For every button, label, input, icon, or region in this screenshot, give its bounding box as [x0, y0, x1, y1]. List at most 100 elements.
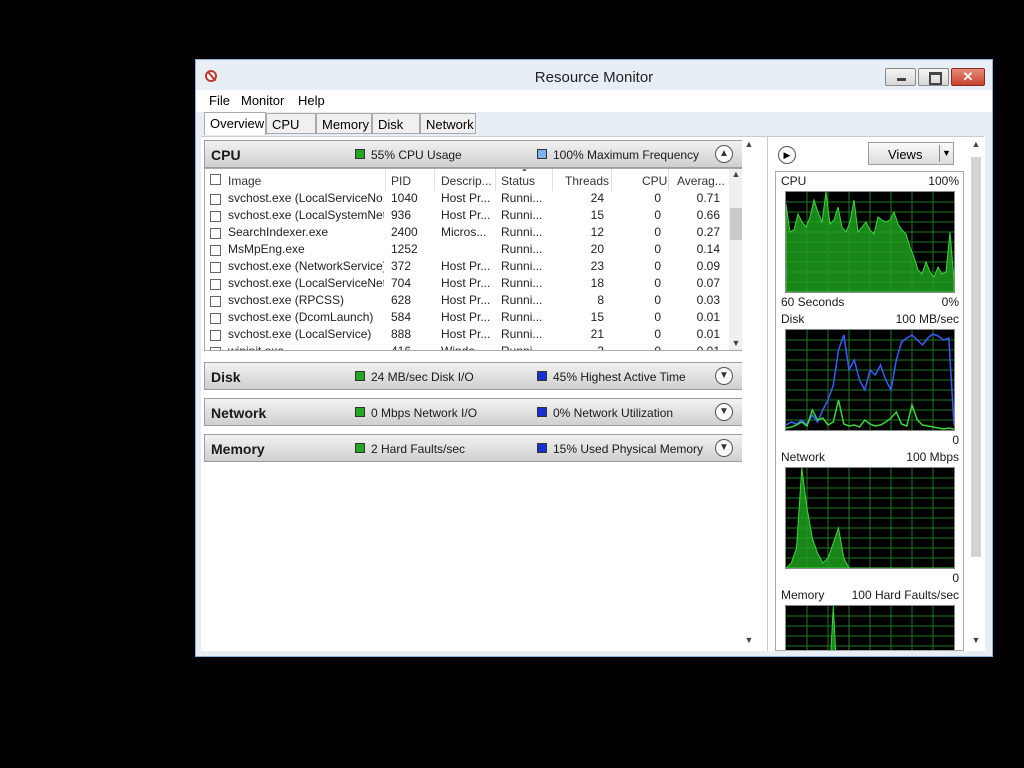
table-row[interactable]: MsMpEng.exe 1252 Runni... 20 0 0.14	[205, 242, 730, 259]
disk-section-header[interactable]: Disk 24 MB/sec Disk I/O 45% Highest Acti…	[204, 362, 744, 390]
cell-threads: 8	[597, 293, 604, 307]
menu-bar: File Monitor Help	[196, 90, 992, 112]
scroll-up-arrow-icon[interactable]: ▲	[969, 139, 983, 149]
menu-help[interactable]: Help	[298, 93, 325, 108]
scroll-down-arrow-icon[interactable]: ▼	[742, 635, 756, 645]
overview-scrollbar[interactable]: ▲ ▼	[742, 137, 756, 649]
tab-cpu[interactable]: CPU	[266, 113, 316, 134]
row-checkbox[interactable]	[210, 262, 221, 273]
resource-monitor-window: Resource Monitor ✕ File Monitor Help Ove…	[195, 59, 993, 657]
maximize-button[interactable]	[918, 68, 949, 86]
menu-file[interactable]: File	[209, 93, 230, 108]
tab-network[interactable]: Network	[420, 113, 476, 134]
column-description[interactable]: Descrip...	[441, 174, 492, 188]
network-section-header[interactable]: Network 0 Mbps Network I/O 0% Network Ut…	[204, 398, 744, 426]
menu-monitor[interactable]: Monitor	[241, 93, 284, 108]
column-image[interactable]: Image	[228, 174, 261, 188]
cell-status: Runni...	[501, 242, 543, 256]
row-checkbox[interactable]	[210, 194, 221, 205]
tab-disk[interactable]: Disk	[372, 113, 420, 134]
cell-average-cpu: 0.14	[696, 242, 720, 256]
scroll-up-arrow-icon[interactable]: ▲	[742, 139, 756, 149]
table-scrollbar[interactable]: ▲ ▼	[729, 169, 743, 350]
cpu-graph-timespan: 60 Seconds	[781, 295, 845, 309]
table-row[interactable]: svchost.exe (NetworkService) 372 Host Pr..…	[205, 259, 730, 276]
network-utilization-label: 0% Network Utilization	[553, 406, 674, 420]
chevron-down-icon[interactable]: ▼	[715, 403, 733, 421]
memory-section-title: Memory	[211, 441, 265, 457]
cell-description: Host Pr...	[441, 327, 491, 341]
column-divider[interactable]	[552, 169, 553, 191]
network-graph-min: 0	[952, 571, 959, 585]
expand-arrow-icon[interactable]: ▶	[778, 146, 796, 164]
scroll-down-arrow-icon[interactable]: ▼	[729, 338, 743, 348]
select-all-checkbox[interactable]	[210, 174, 221, 185]
column-divider[interactable]	[385, 169, 386, 191]
views-label: Views	[888, 147, 923, 162]
chevron-down-icon[interactable]: ▼	[715, 367, 733, 385]
column-pid[interactable]: PID	[391, 174, 411, 188]
table-row[interactable]: svchost.exe (RPCSS) 628 Host Pr... Runni...…	[205, 293, 730, 310]
row-checkbox[interactable]	[210, 296, 221, 307]
table-row[interactable]: svchost.exe (DcomLaunch) 584 Host Pr... Run…	[205, 310, 730, 327]
table-header: Image PID Descrip... Status ▲ Threads CP…	[205, 169, 730, 191]
column-status[interactable]: Status	[501, 174, 535, 188]
tab-overview[interactable]: Overview	[204, 112, 266, 135]
table-row[interactable]: SearchIndexer.exe 2400 Micros... Runni... 12…	[205, 225, 730, 242]
column-average-cpu[interactable]: Averag...	[677, 174, 725, 188]
window-title: Resource Monitor	[534, 69, 654, 86]
title-bar[interactable]: Resource Monitor ✕	[196, 60, 992, 90]
column-divider[interactable]	[668, 169, 669, 191]
disk-graph	[785, 329, 955, 431]
cpu-graph-title: CPU	[781, 174, 807, 188]
chevron-up-icon[interactable]: ▲	[715, 145, 733, 163]
views-dropdown[interactable]: Views ▼	[868, 142, 954, 165]
table-row[interactable]: svchost.exe (LocalService) 888 Host Pr... R…	[205, 327, 730, 344]
graphs-scrollbar[interactable]: ▲ ▼	[969, 137, 983, 649]
row-checkbox[interactable]	[210, 211, 221, 222]
row-checkbox[interactable]	[210, 347, 221, 350]
minimize-button[interactable]	[885, 68, 916, 86]
chevron-down-icon[interactable]: ▼	[715, 439, 733, 457]
table-row[interactable]: svchost.exe (LocalServiceNo... 1040 Host P…	[205, 191, 730, 208]
table-row[interactable]: wininit.exe 416 Windo... Runni... 3 0 0.01	[205, 344, 730, 351]
row-checkbox[interactable]	[210, 279, 221, 290]
row-checkbox[interactable]	[210, 330, 221, 341]
disk-graph-title: Disk	[781, 312, 805, 326]
scroll-down-arrow-icon[interactable]: ▼	[969, 635, 983, 645]
views-divider	[939, 145, 940, 162]
row-checkbox[interactable]	[210, 245, 221, 256]
column-threads[interactable]: Threads	[565, 174, 609, 188]
disk-active-label: 45% Highest Active Time	[553, 370, 686, 384]
scroll-thumb[interactable]	[730, 208, 742, 240]
cpu-section-header[interactable]: CPU 55% CPU Usage 100% Maximum Frequency…	[204, 140, 744, 168]
cell-average-cpu: 0.66	[696, 208, 720, 222]
cell-cpu: 0	[654, 310, 661, 324]
network-graph	[784, 467, 955, 569]
row-checkbox[interactable]	[210, 228, 221, 239]
cell-status: Runni...	[501, 208, 543, 222]
cell-average-cpu: 0.01	[696, 344, 720, 351]
network-graph-title: Network	[781, 450, 826, 464]
row-checkbox[interactable]	[210, 313, 221, 324]
cell-threads: 15	[590, 208, 604, 222]
table-row[interactable]: svchost.exe (LocalServiceNet... 704 Host P…	[205, 276, 730, 293]
close-button[interactable]: ✕	[951, 68, 985, 86]
cpu-graph-max: 100%	[928, 174, 959, 188]
cell-pid: 628	[391, 293, 412, 307]
tab-memory[interactable]: Memory	[316, 113, 372, 134]
memory-section-header[interactable]: Memory 2 Hard Faults/sec 15% Used Physic…	[204, 434, 744, 462]
scroll-thumb[interactable]	[971, 157, 981, 557]
column-divider[interactable]	[434, 169, 435, 191]
table-row[interactable]: svchost.exe (LocalSystemNet... 936 Host Pr…	[205, 208, 730, 225]
column-divider[interactable]	[611, 169, 612, 191]
cell-status: Runni...	[501, 259, 543, 273]
cell-image: svchost.exe (NetworkService)	[228, 259, 384, 273]
column-cpu[interactable]: CPU	[642, 174, 667, 188]
sort-arrow-icon: ▲	[521, 168, 528, 173]
memory-graph-max: 100 Hard Faults/sec	[851, 588, 959, 602]
column-divider[interactable]	[495, 169, 496, 191]
cell-status: Runni...	[501, 310, 543, 324]
scroll-up-arrow-icon[interactable]: ▲	[729, 169, 743, 179]
cell-cpu: 0	[654, 191, 661, 205]
